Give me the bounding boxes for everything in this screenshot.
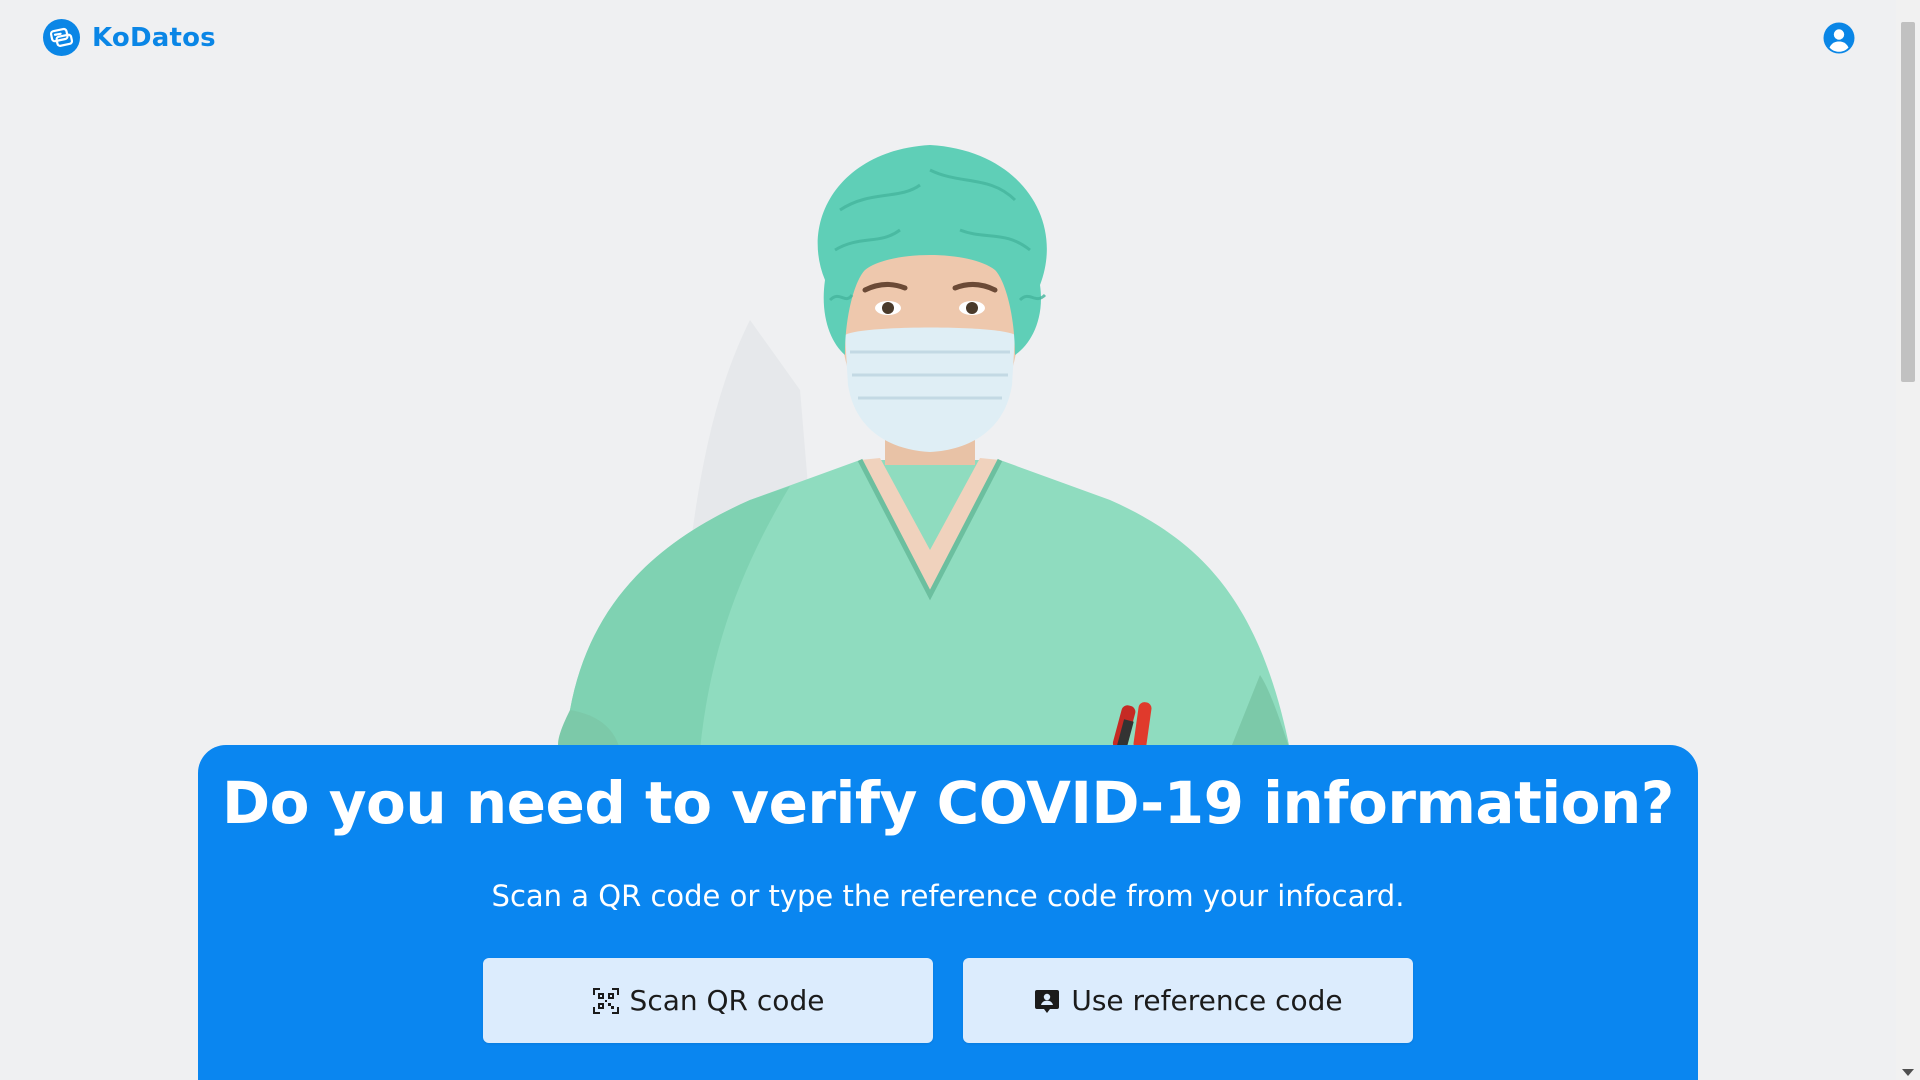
- brand-name: KoDatos: [92, 22, 216, 53]
- kodatos-logo-icon: [43, 19, 80, 56]
- scan-qr-button[interactable]: Scan QR code: [483, 958, 933, 1043]
- qr-code-icon: [592, 987, 619, 1014]
- use-reference-code-label: Use reference code: [1071, 984, 1343, 1017]
- brand-home-link[interactable]: KoDatos: [43, 19, 216, 56]
- vertical-scrollbar[interactable]: [1896, 0, 1920, 1080]
- verification-card: Do you need to verify COVID-19 informati…: [198, 745, 1698, 1080]
- user-circle-icon[interactable]: [1823, 22, 1855, 54]
- scan-qr-label: Scan QR code: [629, 984, 825, 1017]
- page: KoDatos Do you need to verify COVID-19 i…: [0, 0, 1920, 1080]
- scroll-down-arrow-icon[interactable]: [1902, 1069, 1914, 1076]
- top-navbar: KoDatos: [0, 0, 1896, 76]
- use-reference-code-button[interactable]: Use reference code: [963, 958, 1413, 1043]
- badge-icon: [1035, 989, 1060, 1013]
- card-subtitle: Scan a QR code or type the reference cod…: [491, 879, 1405, 913]
- hero-healthcare-worker-image: [558, 145, 1290, 750]
- card-title: Do you need to verify COVID-19 informati…: [222, 769, 1674, 837]
- card-actions: Scan QR code Use reference code: [483, 958, 1413, 1043]
- scrollbar-thumb[interactable]: [1901, 22, 1915, 382]
